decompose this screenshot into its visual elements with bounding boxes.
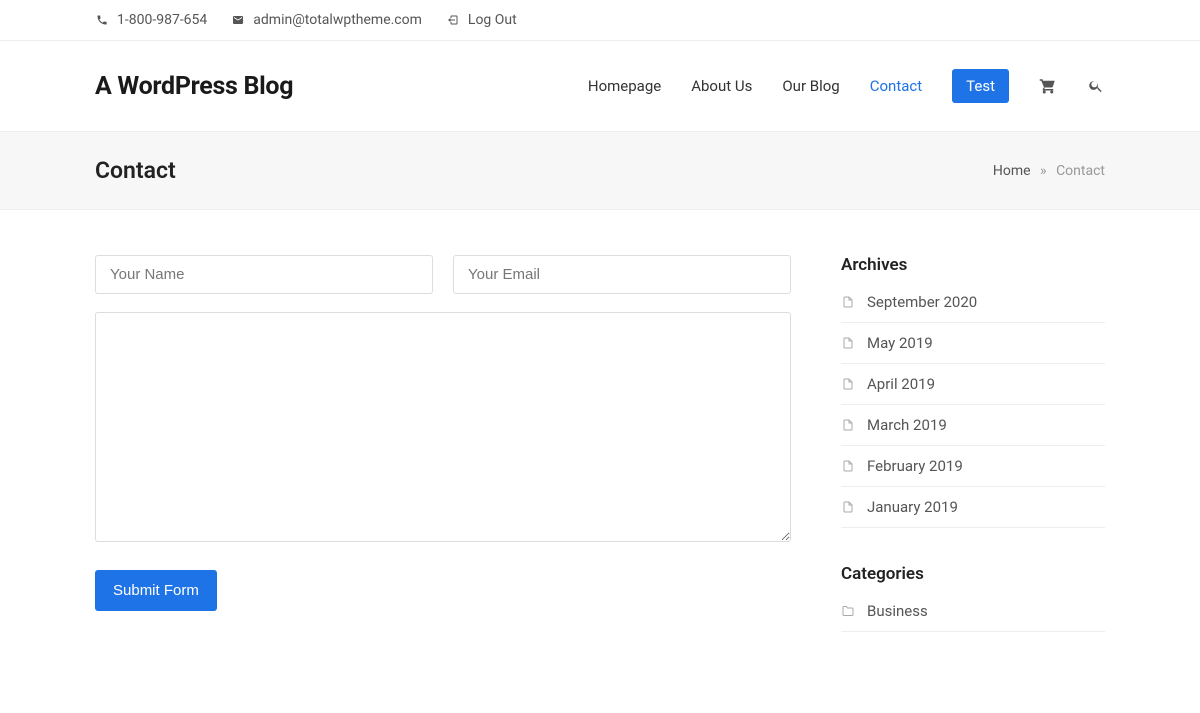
archive-link[interactable]: September 2020 [867, 293, 977, 311]
nav-homepage[interactable]: Homepage [588, 77, 661, 95]
archive-link[interactable]: March 2019 [867, 416, 947, 434]
file-icon [841, 500, 855, 514]
breadcrumb: Home » Contact [993, 163, 1105, 179]
topbar: 1-800-987-654 admin@totalwptheme.com Log… [0, 0, 1200, 41]
categories-title: Categories [841, 564, 1105, 584]
topbar-email[interactable]: admin@totalwptheme.com [231, 12, 422, 28]
file-icon [841, 459, 855, 473]
topbar-phone[interactable]: 1-800-987-654 [95, 12, 207, 28]
archives-title: Archives [841, 255, 1105, 275]
contact-form: Submit Form [95, 255, 791, 611]
nav-test[interactable]: Test [952, 69, 1009, 103]
message-textarea[interactable] [95, 312, 791, 542]
nav-ourblog[interactable]: Our Blog [782, 77, 839, 95]
page-title: Contact [95, 157, 176, 184]
main-nav: Homepage About Us Our Blog Contact Test [588, 69, 1105, 103]
list-item: September 2020 [841, 293, 1105, 323]
nav-aboutus[interactable]: About Us [691, 77, 752, 95]
main: Submit Form Archives September 2020 May … [0, 210, 1200, 713]
archive-link[interactable]: April 2019 [867, 375, 935, 393]
page-header: Contact Home » Contact [0, 131, 1200, 210]
name-input[interactable] [95, 255, 433, 294]
list-item: Business [841, 602, 1105, 632]
breadcrumb-sep: » [1040, 163, 1047, 179]
site-title[interactable]: A WordPress Blog [95, 72, 293, 101]
content: Submit Form [95, 255, 791, 668]
category-link[interactable]: Business [867, 602, 928, 620]
email-input[interactable] [453, 255, 791, 294]
file-icon [841, 295, 855, 309]
list-item: May 2019 [841, 323, 1105, 364]
file-icon [841, 418, 855, 432]
topbar-phone-text: 1-800-987-654 [117, 12, 207, 28]
breadcrumb-current: Contact [1056, 163, 1105, 179]
widget-categories: Categories Business [841, 564, 1105, 632]
archive-link[interactable]: January 2019 [867, 498, 958, 516]
topbar-email-text: admin@totalwptheme.com [253, 12, 422, 28]
list-item: February 2019 [841, 446, 1105, 487]
topbar-logout[interactable]: Log Out [446, 12, 517, 28]
archive-link[interactable]: May 2019 [867, 334, 933, 352]
sidebar: Archives September 2020 May 2019 Apri [841, 255, 1105, 668]
archive-link[interactable]: February 2019 [867, 457, 963, 475]
logout-icon [446, 13, 460, 27]
phone-icon [95, 13, 109, 27]
submit-button[interactable]: Submit Form [95, 570, 217, 611]
folder-icon [841, 604, 855, 618]
cart-icon[interactable] [1039, 77, 1057, 95]
envelope-icon [231, 13, 245, 27]
breadcrumb-home[interactable]: Home [993, 163, 1031, 179]
search-icon[interactable] [1087, 77, 1105, 95]
list-item: January 2019 [841, 487, 1105, 528]
list-item: April 2019 [841, 364, 1105, 405]
file-icon [841, 377, 855, 391]
nav-contact[interactable]: Contact [870, 77, 922, 95]
file-icon [841, 336, 855, 350]
topbar-logout-text: Log Out [468, 12, 517, 28]
widget-archives: Archives September 2020 May 2019 Apri [841, 255, 1105, 528]
list-item: March 2019 [841, 405, 1105, 446]
header: A WordPress Blog Homepage About Us Our B… [0, 41, 1200, 131]
